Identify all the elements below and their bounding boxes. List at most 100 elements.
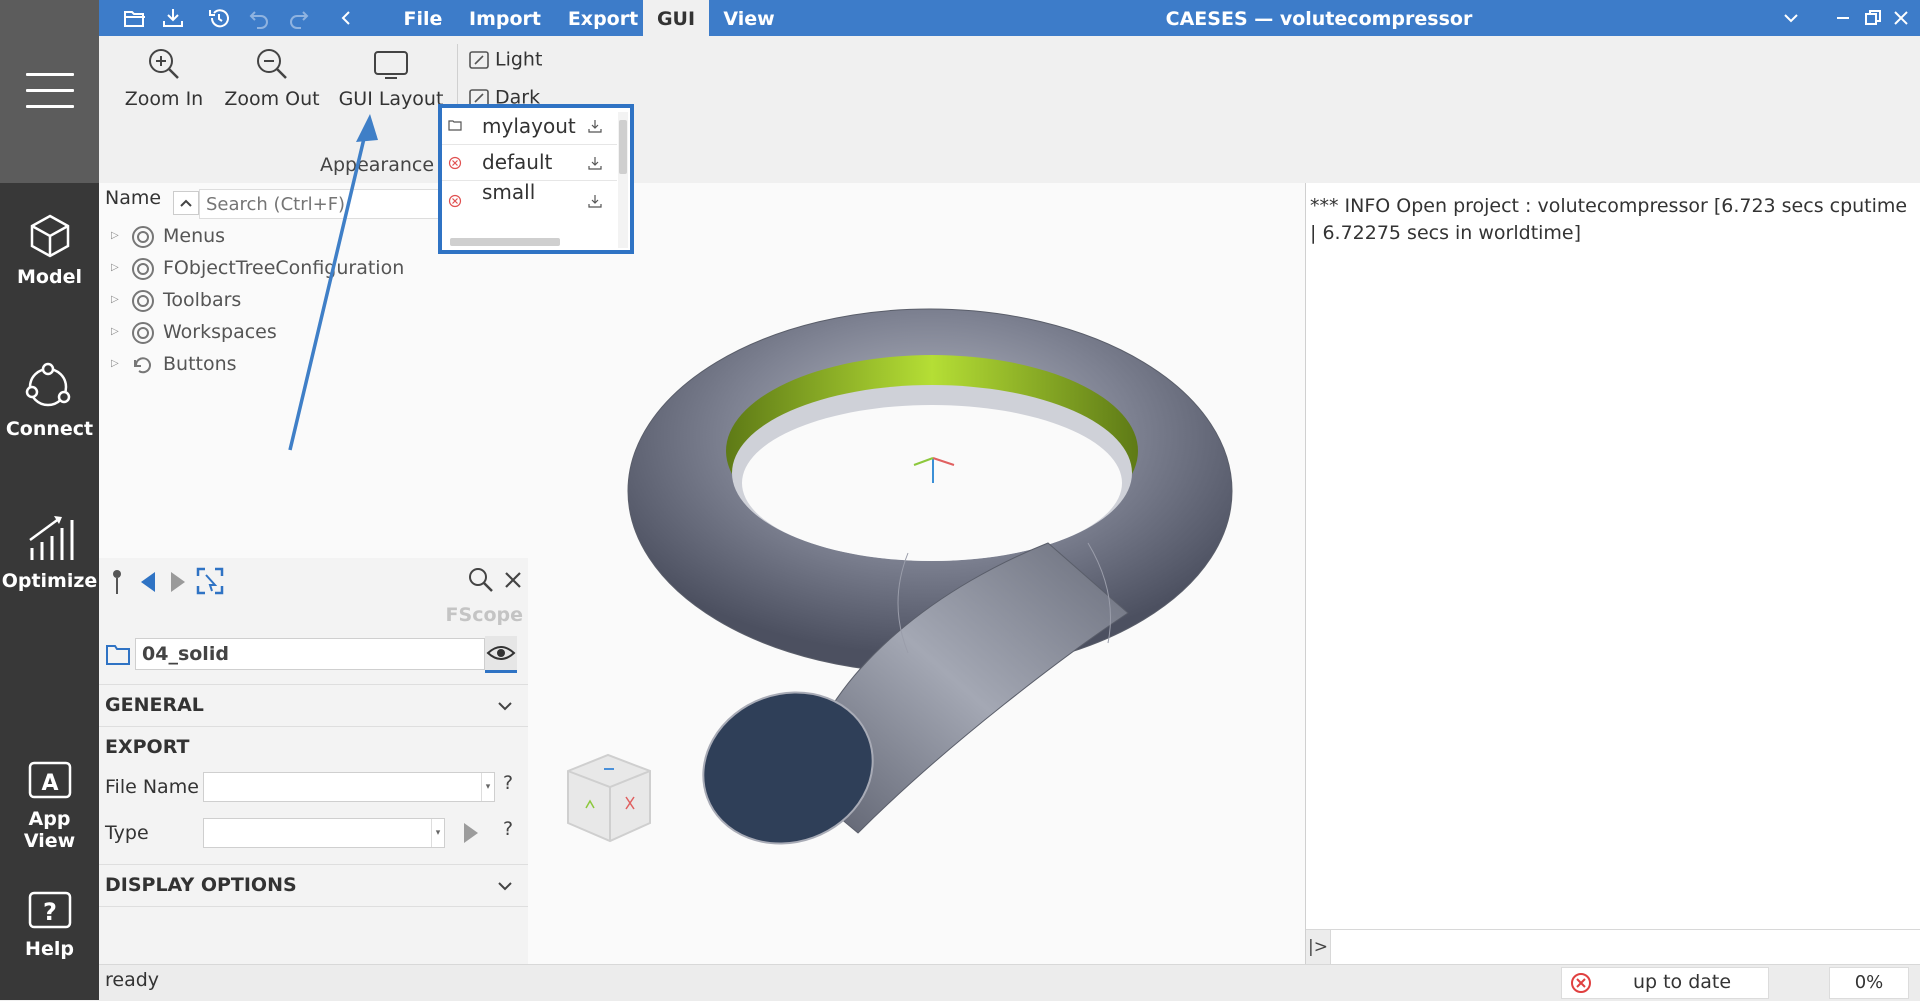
progress-indicator: 0% xyxy=(1829,967,1909,999)
save-icon[interactable] xyxy=(161,6,185,30)
zoom-in-icon xyxy=(149,49,179,79)
object-name-field[interactable]: 04_solid xyxy=(135,638,485,670)
forward-arrow-icon[interactable] xyxy=(167,570,189,594)
search-icon[interactable] xyxy=(467,566,495,594)
chevron-up-icon xyxy=(180,199,192,207)
nav-optimize[interactable]: Optimize xyxy=(0,512,99,592)
svg-text:?: ? xyxy=(43,898,57,926)
tree-item-toolbars[interactable]: ▷ Toolbars xyxy=(111,286,242,314)
target-icon xyxy=(132,257,154,280)
menu-export[interactable]: Export xyxy=(555,0,651,36)
monitor-icon xyxy=(374,51,408,79)
sync-status-text: up to date xyxy=(1632,971,1732,993)
delete-icon[interactable] xyxy=(448,156,462,170)
divider xyxy=(99,684,528,685)
redo-icon[interactable] xyxy=(287,6,311,30)
expand-arrow-icon[interactable]: ▷ xyxy=(111,254,119,282)
expand-arrow-icon[interactable]: ▷ xyxy=(111,286,119,314)
zoom-in-button[interactable]: Zoom In xyxy=(115,44,213,110)
zoom-in-label: Zoom In xyxy=(124,88,204,110)
close-icon[interactable] xyxy=(1889,6,1913,30)
navigation-cube[interactable] xyxy=(567,753,651,843)
light-theme-button[interactable]: Light xyxy=(467,48,542,72)
tree-item-label: Toolbars xyxy=(163,289,242,311)
undo-icon[interactable] xyxy=(247,6,271,30)
3d-viewport[interactable] xyxy=(528,183,1305,964)
back-chevron-icon[interactable] xyxy=(335,6,359,30)
tree-item-buttons[interactable]: ▷ Buttons xyxy=(111,350,237,378)
annotation-arrow xyxy=(288,114,378,451)
window-title: CAESES — volutecompressor xyxy=(1165,8,1473,30)
delete-icon[interactable] xyxy=(448,194,462,208)
file-name-field[interactable]: ▾ xyxy=(203,772,495,802)
back-arrow-icon[interactable] xyxy=(137,570,159,594)
minimize-icon[interactable] xyxy=(1831,6,1855,30)
section-display-options[interactable]: DISPLAY OPTIONS xyxy=(105,874,297,896)
status-bar: ready up to date 0% xyxy=(99,964,1920,1001)
select-icon[interactable] xyxy=(195,566,225,596)
visibility-toggle[interactable] xyxy=(485,636,517,673)
divider xyxy=(99,726,528,727)
type-help[interactable]: ? xyxy=(503,818,513,840)
menu-gui[interactable]: GUI xyxy=(643,0,709,36)
svg-text:A: A xyxy=(41,771,58,796)
tree-item-workspaces[interactable]: ▷ Workspaces xyxy=(111,318,277,346)
save-layout-icon[interactable] xyxy=(588,194,602,208)
hamburger-icon xyxy=(26,73,74,76)
restore-icon[interactable] xyxy=(1861,6,1885,30)
horizontal-scrollbar[interactable] xyxy=(450,238,560,246)
layout-name: default xyxy=(482,150,553,174)
nav-connect-label: Connect xyxy=(5,418,94,440)
menu-file[interactable]: File xyxy=(389,0,457,36)
play-icon[interactable] xyxy=(461,820,481,846)
layout-item-small[interactable]: small xyxy=(442,180,617,216)
nav-connect[interactable]: Connect xyxy=(0,362,99,440)
tree-column-header: Name xyxy=(105,187,162,209)
open-folder-icon[interactable] xyxy=(123,6,147,30)
target-icon xyxy=(132,321,154,344)
menu-view[interactable]: View xyxy=(711,0,787,36)
file-name-help[interactable]: ? xyxy=(503,772,513,794)
network-icon xyxy=(25,362,70,407)
nav-help[interactable]: ? Help xyxy=(0,890,99,960)
title-bar: File Import Export GUI View CAESES — vol… xyxy=(99,0,1920,36)
error-status-icon xyxy=(1571,973,1591,993)
scrollbar-thumb[interactable] xyxy=(619,120,627,174)
nav-app-view-label: App View xyxy=(23,808,76,852)
console-input-row[interactable]: |> xyxy=(1306,929,1920,964)
theme-light-icon xyxy=(469,51,489,69)
type-select[interactable]: ▾ xyxy=(203,818,445,848)
hamburger-menu-button[interactable] xyxy=(0,0,99,183)
help-icon: ? xyxy=(28,891,71,929)
expand-arrow-icon[interactable]: ▷ xyxy=(111,318,119,346)
volute-model[interactable] xyxy=(528,183,1305,964)
menu-import[interactable]: Import xyxy=(457,0,553,36)
console-panel: *** INFO Open project : volutecompressor… xyxy=(1305,183,1920,964)
chevron-down-icon[interactable] xyxy=(495,696,515,716)
nav-optimize-label: Optimize xyxy=(1,570,98,592)
layout-item-mylayout[interactable]: mylayout xyxy=(442,108,617,145)
nav-model[interactable]: Model xyxy=(0,212,99,288)
chevron-down-icon[interactable] xyxy=(495,876,515,896)
save-layout-icon[interactable] xyxy=(588,119,602,133)
nav-app-view[interactable]: A App View xyxy=(0,760,99,852)
collapse-button[interactable] xyxy=(173,191,199,215)
popup-scrollbar[interactable] xyxy=(618,112,628,248)
expand-arrow-icon[interactable]: ▷ xyxy=(111,350,119,378)
type-label: Type xyxy=(105,822,149,844)
chevron-down-icon[interactable] xyxy=(1779,6,1803,30)
close-panel-icon[interactable] xyxy=(501,568,525,592)
tree-item-menus[interactable]: ▷ Menus xyxy=(111,222,225,250)
sync-status: up to date xyxy=(1561,967,1769,999)
section-general[interactable]: GENERAL xyxy=(105,694,204,716)
dropdown-arrow-icon[interactable]: ▾ xyxy=(431,819,444,847)
layout-item-default[interactable]: default xyxy=(442,144,617,181)
dropdown-arrow-icon[interactable]: ▾ xyxy=(481,773,494,801)
save-layout-icon[interactable] xyxy=(588,156,602,170)
nav-help-label: Help xyxy=(25,938,74,960)
expand-arrow-icon[interactable]: ▷ xyxy=(111,222,119,250)
target-icon xyxy=(132,225,154,248)
pin-icon[interactable] xyxy=(109,568,125,596)
history-icon[interactable] xyxy=(207,6,231,30)
tree-item-label: Buttons xyxy=(163,353,237,375)
